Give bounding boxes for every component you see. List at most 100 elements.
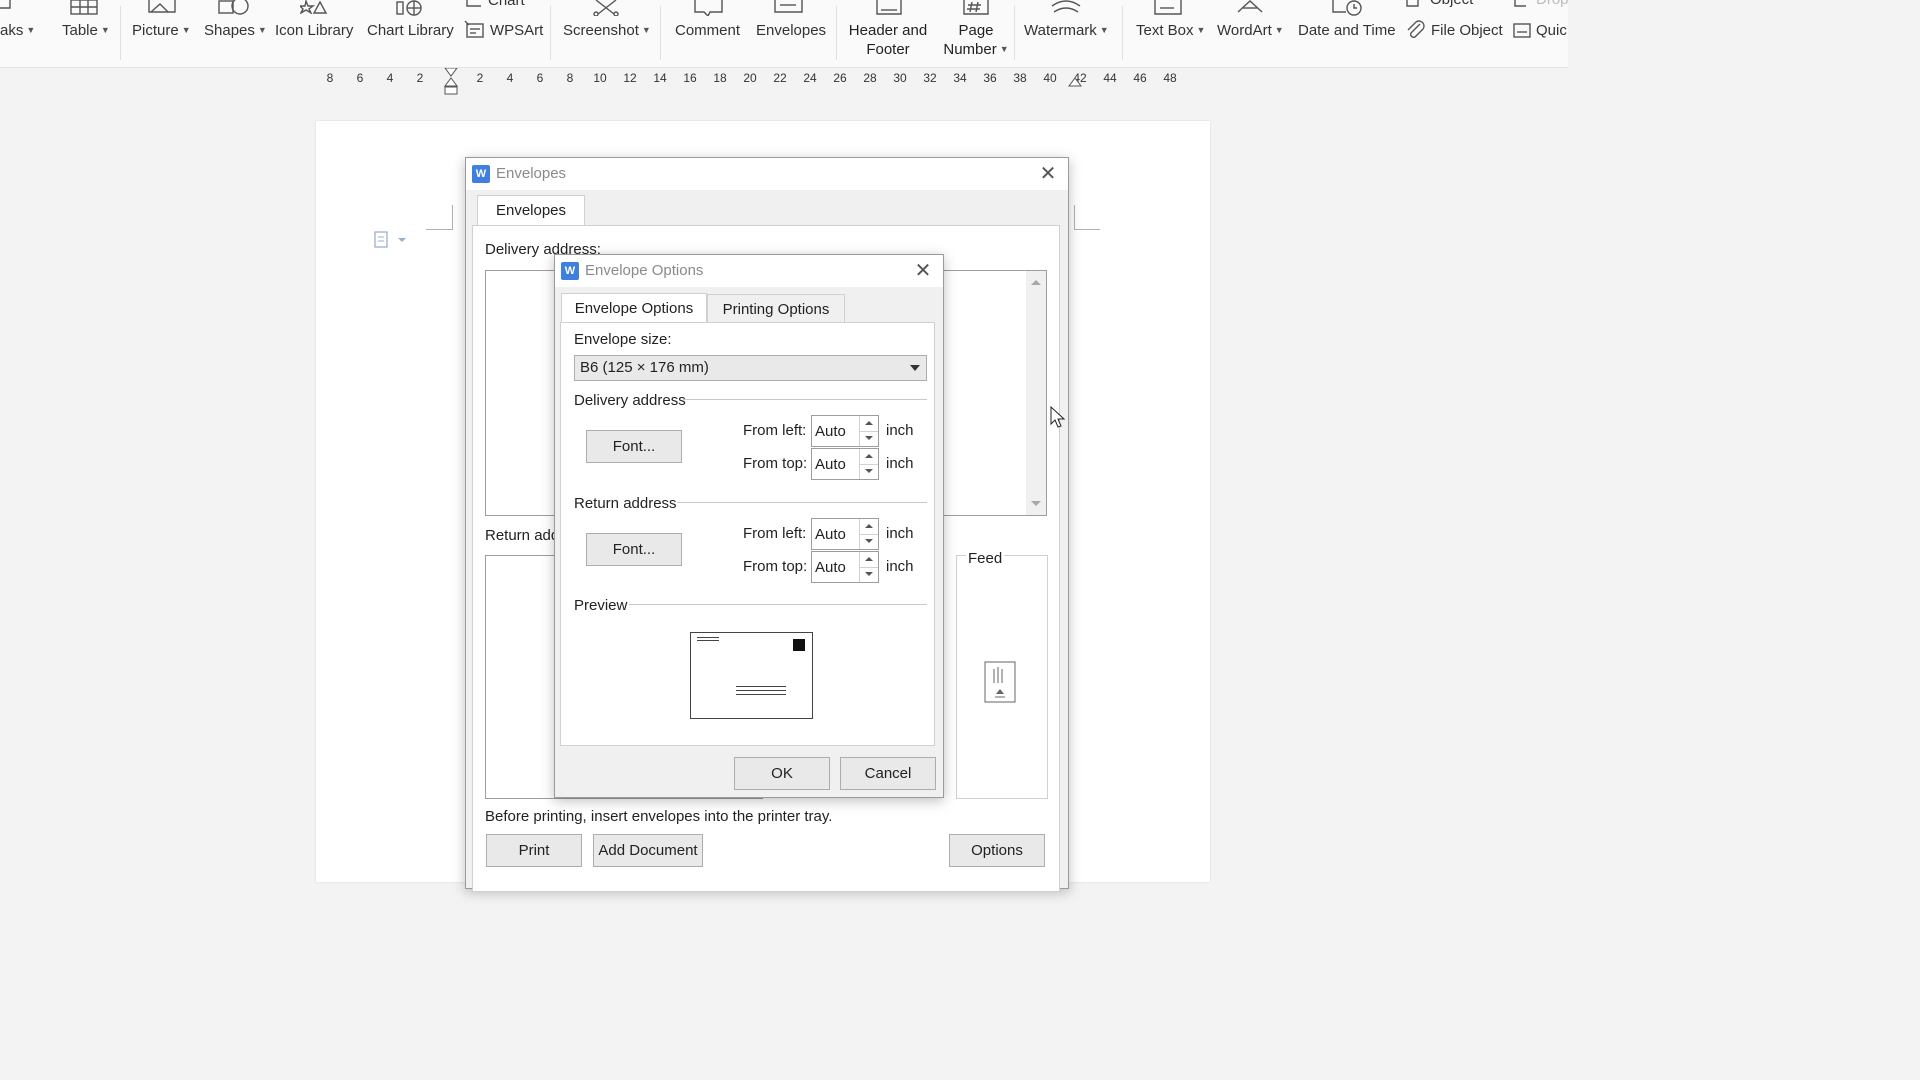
object-button[interactable]: Object <box>1430 0 1473 8</box>
feed-label: Feed <box>966 550 1005 567</box>
preview-stamp-icon <box>793 639 805 651</box>
date-time-button[interactable]: Date and Time <box>1298 22 1396 39</box>
ribbon-divider <box>550 6 551 60</box>
chart-label: Chart <box>488 0 525 9</box>
envelope-options-titlebar[interactable]: W Envelope Options ✕ <box>555 255 943 287</box>
envelopes-label: Envelopes <box>756 22 827 39</box>
ruler-tick-label: 48 <box>1163 71 1177 85</box>
ruler-tick-label: 44 <box>1103 71 1117 85</box>
file-object-label: File Object <box>1431 22 1503 39</box>
chart-library-icon <box>396 0 422 16</box>
return-from-left-input[interactable] <box>815 525 859 543</box>
wpsart-button[interactable]: WPSArt <box>490 22 543 39</box>
delivery-from-left-label: From left: <box>743 422 807 439</box>
header-footer-button[interactable]: Header and Footer <box>848 21 928 59</box>
scroll-down-icon[interactable] <box>1031 501 1041 506</box>
breaks-button[interactable]: aks ▼ <box>0 22 35 39</box>
text-box-button[interactable]: Text Box ▼ <box>1136 22 1205 39</box>
cancel-button[interactable]: Cancel <box>840 757 936 790</box>
scroll-up-icon[interactable] <box>1031 280 1041 285</box>
ruler-tick-label: 30 <box>893 71 907 85</box>
delivery-font-button[interactable]: Font... <box>586 430 682 463</box>
stepper-buttons <box>859 416 878 446</box>
object-icon <box>1406 0 1419 7</box>
right-indent-marker-icon[interactable] <box>1067 72 1083 90</box>
chevron-down-icon: ▼ <box>1274 25 1284 35</box>
ruler-tick-label: 2 <box>476 71 484 85</box>
stepper-down-icon[interactable] <box>860 534 878 549</box>
delivery-from-top-input[interactable] <box>815 455 859 473</box>
comment-button[interactable]: Comment <box>675 22 740 39</box>
envelopes-titlebar[interactable]: W Envelopes ✕ <box>466 158 1068 190</box>
icon-library-label: Icon Library <box>275 22 354 39</box>
date-time-label: Date and Time <box>1298 22 1396 39</box>
chart-button[interactable]: Chart <box>488 0 525 9</box>
envelopes-button[interactable]: Envelopes <box>756 22 826 39</box>
header-footer-label-2: Footer <box>866 41 910 58</box>
stepper-up-icon[interactable] <box>860 519 878 535</box>
drop-cap-button[interactable]: Drop <box>1536 0 1569 8</box>
tab-envelopes[interactable]: Envelopes <box>477 195 585 227</box>
picture-button[interactable]: Picture ▼ <box>132 22 191 39</box>
delivery-from-top-stepper[interactable] <box>811 448 879 480</box>
ok-button[interactable]: OK <box>734 757 830 790</box>
ruler-tick-label: 22 <box>773 71 787 85</box>
tab-printing-options[interactable]: Printing Options <box>707 294 845 324</box>
unit-label: inch <box>886 422 914 439</box>
mouse-cursor-icon <box>1050 406 1066 428</box>
chevron-down-icon: ▼ <box>26 25 36 35</box>
drop-cap-label: Drop <box>1536 0 1569 8</box>
picture-icon <box>148 0 176 13</box>
delivery-address-scrollbar[interactable] <box>1026 271 1046 515</box>
delivery-from-left-input[interactable] <box>815 422 859 440</box>
envelope-options-dialog: W Envelope Options ✕ Envelope Options Pr… <box>554 254 944 798</box>
ruler-tick-label: 6 <box>356 71 364 85</box>
return-from-top-input[interactable] <box>815 558 859 576</box>
ruler-tick-label: 26 <box>833 71 847 85</box>
options-button[interactable]: Options <box>949 834 1045 867</box>
shapes-button[interactable]: Shapes ▼ <box>204 22 267 39</box>
tab-envelope-options[interactable]: Envelope Options <box>561 293 707 324</box>
stepper-up-icon[interactable] <box>860 449 878 465</box>
page-number-label-1: Page <box>958 22 994 39</box>
add-document-button[interactable]: Add Document <box>593 834 703 867</box>
table-button[interactable]: Table ▼ <box>62 22 110 39</box>
stepper-down-icon[interactable] <box>860 464 878 479</box>
chart-library-button[interactable]: Chart Library <box>367 22 454 39</box>
stepper-up-icon[interactable] <box>860 552 878 568</box>
wordart-button[interactable]: WordArt ▼ <box>1217 22 1284 39</box>
stepper-down-icon[interactable] <box>860 567 878 582</box>
chevron-down-icon: ▼ <box>181 25 191 35</box>
print-button[interactable]: Print <box>486 834 582 867</box>
close-icon[interactable]: ✕ <box>912 260 934 282</box>
paste-options-icon[interactable] <box>374 231 408 249</box>
envelope-size-value: B6 (125 × 176 mm) <box>580 359 709 376</box>
screenshot-button[interactable]: Screenshot ▼ <box>563 22 651 39</box>
watermark-button[interactable]: Watermark ▼ <box>1024 22 1109 39</box>
ruler-tick-label: 10 <box>593 71 607 85</box>
return-from-left-stepper[interactable] <box>811 518 879 550</box>
preview-delivery-line <box>736 694 786 695</box>
indent-marker-icon[interactable] <box>443 68 459 96</box>
close-icon[interactable]: ✕ <box>1037 163 1059 185</box>
icon-library-button[interactable]: Icon Library <box>275 22 353 39</box>
delivery-from-left-stepper[interactable] <box>811 415 879 447</box>
feed-envelope-icon[interactable] <box>984 661 1018 705</box>
envelope-size-label: Envelope size: <box>574 331 672 348</box>
return-from-top-stepper[interactable] <box>811 551 879 583</box>
page-number-button[interactable]: Page Number ▼ <box>936 21 1016 59</box>
quick-parts-button[interactable]: Quic <box>1536 22 1567 39</box>
envelope-icon <box>774 0 803 13</box>
preview-delivery-line <box>736 686 786 687</box>
object-label: Object <box>1430 0 1473 8</box>
file-object-button[interactable]: File Object <box>1431 22 1503 39</box>
return-font-button[interactable]: Font... <box>586 533 682 566</box>
page-number-icon <box>963 0 989 15</box>
wps-logo-icon: W <box>561 262 579 280</box>
wpsart-label: WPSArt <box>490 22 544 39</box>
envelope-size-select[interactable]: B6 (125 × 176 mm) <box>574 355 927 381</box>
stepper-up-icon[interactable] <box>860 416 878 432</box>
ruler-tick-label: 14 <box>653 71 667 85</box>
horizontal-ruler[interactable]: 8 6 4 2 2 4 6 8 10 12 14 16 18 20 22 24 26 28 30 32 34 36 38 40… <box>0 68 1568 95</box>
stepper-down-icon[interactable] <box>860 431 878 446</box>
